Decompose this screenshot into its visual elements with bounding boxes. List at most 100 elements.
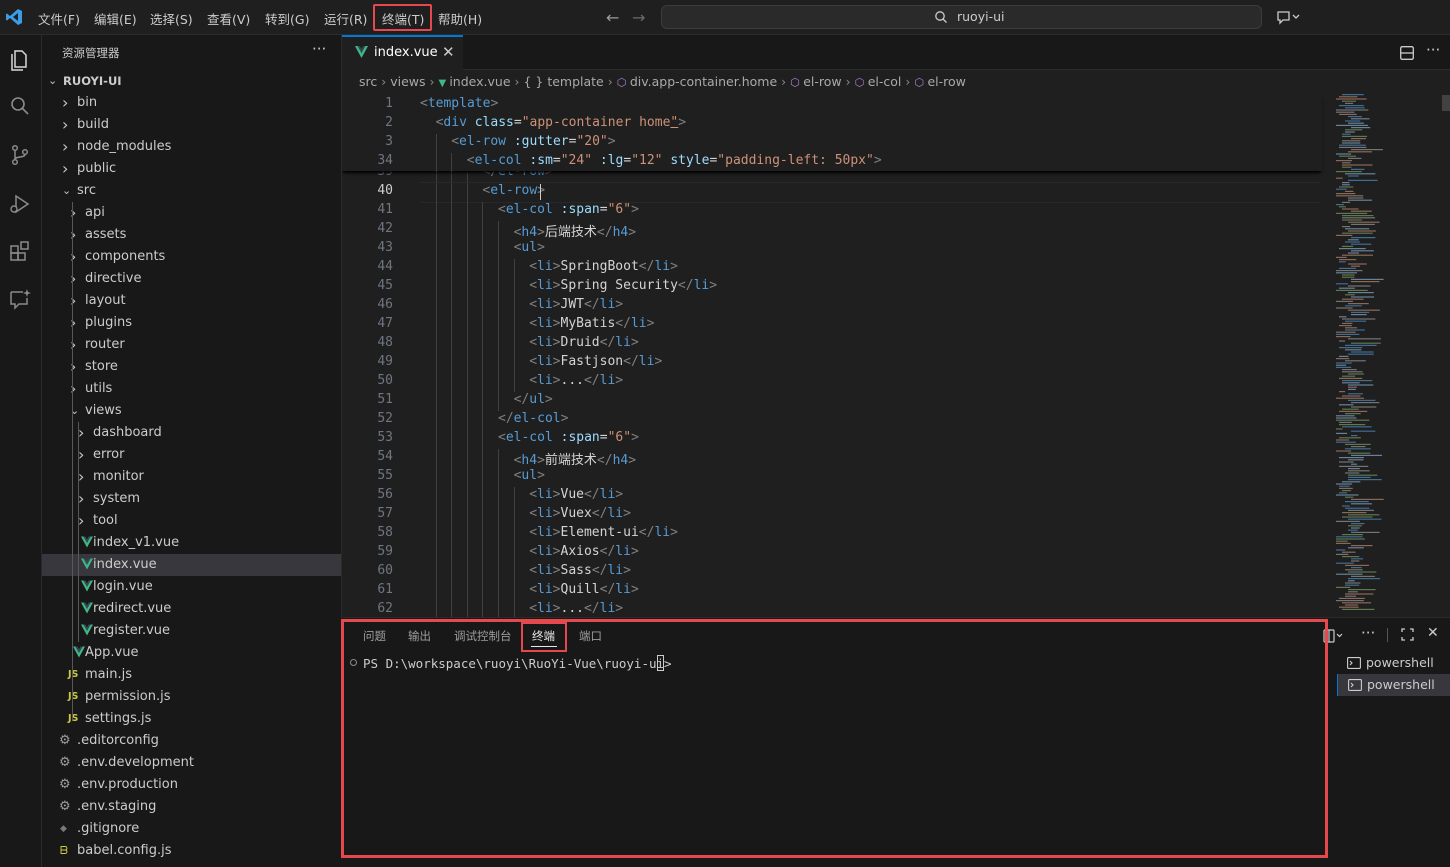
code-line: <li>SpringBoot</li> xyxy=(529,259,678,274)
folder-row[interactable]: › node_modules xyxy=(42,136,341,158)
menu-item-0[interactable]: 文件(F) xyxy=(38,9,80,28)
indent-guide xyxy=(466,506,468,525)
more-actions-icon[interactable]: ··· xyxy=(1426,41,1440,59)
line-number: 57 xyxy=(377,506,393,521)
folder-row[interactable]: ⌄ views xyxy=(42,400,341,422)
minimap-line xyxy=(1348,230,1376,232)
chat-dropdown-icon[interactable] xyxy=(1276,9,1302,25)
file-row[interactable]: ⚙ .env.staging xyxy=(42,796,341,818)
extensions-icon[interactable] xyxy=(6,237,34,265)
menu-item-5[interactable]: 运行(R) xyxy=(324,9,367,28)
file-row[interactable]: ◆ .gitignore xyxy=(42,818,341,840)
split-editor-icon[interactable] xyxy=(1400,46,1414,60)
folder-row[interactable]: › components xyxy=(42,246,341,268)
terminal-instance[interactable]: powershell xyxy=(1337,674,1450,696)
source-control-icon[interactable] xyxy=(6,141,34,169)
file-row[interactable]: redirect.vue xyxy=(42,598,341,620)
explorer-files-icon[interactable] xyxy=(6,45,34,73)
folder-row[interactable]: › api xyxy=(42,202,341,224)
code-line: <el-col :span="6"> xyxy=(498,202,639,217)
code-token: li xyxy=(537,297,553,312)
new-terminal-dropdown-icon[interactable] xyxy=(1323,629,1343,643)
more-actions-icon[interactable]: ··· xyxy=(312,40,326,58)
file-row[interactable]: register.vue xyxy=(42,620,341,642)
indent-guide xyxy=(451,373,453,392)
folder-row[interactable]: ⌄ src xyxy=(42,180,341,202)
menu-item-1[interactable]: 编辑(E) xyxy=(94,9,137,28)
folder-row[interactable]: › utils xyxy=(42,378,341,400)
terminal-instance-label: powershell xyxy=(1366,655,1434,670)
breadcrumb-item[interactable]: views xyxy=(390,74,425,89)
chat-icon[interactable] xyxy=(6,285,34,313)
file-row[interactable]: ⚙ .editorconfig xyxy=(42,730,341,752)
panel-tab-2[interactable]: 调试控制台 xyxy=(454,628,512,644)
panel-tab-4[interactable]: 端口 xyxy=(579,628,602,644)
terminal-prompt[interactable]: PS D:\workspace\ruoyi\RuoYi-Vue\ruoyi-ui… xyxy=(363,656,679,671)
folder-row[interactable]: › plugins xyxy=(42,312,341,334)
breadcrumb-item[interactable]: src xyxy=(359,74,377,89)
file-row[interactable]: ⚙ .env.development xyxy=(42,752,341,774)
menu-item-2[interactable]: 选择(S) xyxy=(150,9,193,28)
folder-row[interactable]: › store xyxy=(42,356,341,378)
breadcrumb-item[interactable]: el-row xyxy=(927,74,965,89)
menu-item-7[interactable]: 帮助(H) xyxy=(438,9,482,28)
panel-tab-1[interactable]: 输出 xyxy=(408,628,431,644)
indent-guide xyxy=(451,468,453,487)
code-token: > xyxy=(552,278,561,293)
menu-item-3[interactable]: 查看(V) xyxy=(207,9,250,28)
file-row[interactable]: JS permission.js xyxy=(42,686,341,708)
file-row[interactable]: index_v1.vue xyxy=(42,532,341,554)
file-row[interactable]: JS settings.js xyxy=(42,708,341,730)
breadcrumb-item[interactable]: index.vue xyxy=(449,74,510,89)
folder-row[interactable]: › monitor xyxy=(42,466,341,488)
breadcrumb-item[interactable]: { } template xyxy=(523,74,603,89)
folder-row[interactable]: › tool xyxy=(42,510,341,532)
code-line: <li>Element-ui</li> xyxy=(529,525,678,540)
back-arrow-icon[interactable]: ← xyxy=(606,8,619,27)
folder-row[interactable]: › layout xyxy=(42,290,341,312)
breadcrumb-item[interactable]: div.app-container.home xyxy=(630,74,777,89)
minimap-line xyxy=(1351,523,1365,525)
search-icon[interactable] xyxy=(6,92,34,120)
indent-guide xyxy=(466,316,468,335)
file-row[interactable]: App.vue xyxy=(42,642,341,664)
minimap-line xyxy=(1348,476,1371,478)
code-token: > xyxy=(552,506,561,521)
file-row[interactable]: index.vue xyxy=(42,554,341,576)
close-icon[interactable]: ✕ xyxy=(442,43,455,61)
breadcrumb-item[interactable]: el-row xyxy=(803,74,841,89)
forward-arrow-icon[interactable]: → xyxy=(632,8,645,27)
folder-row[interactable]: › bin xyxy=(42,92,341,114)
close-icon[interactable]: ✕ xyxy=(1427,625,1439,641)
minimap-line xyxy=(1336,362,1352,364)
file-row[interactable]: ⚙ .env.production xyxy=(42,774,341,796)
folder-row[interactable]: › build xyxy=(42,114,341,136)
code-token: </ xyxy=(623,354,639,369)
minimap-line xyxy=(1336,300,1353,302)
command-center-search[interactable]: ruoyi-ui xyxy=(661,5,1262,29)
scrollbar-thumb[interactable] xyxy=(1442,95,1450,111)
folder-row[interactable]: › system xyxy=(42,488,341,510)
run-debug-icon[interactable] xyxy=(6,190,34,218)
breadcrumb-item[interactable]: el-col xyxy=(868,74,902,89)
menu-item-4[interactable]: 转到(G) xyxy=(265,9,309,28)
maximize-panel-icon[interactable] xyxy=(1401,628,1414,641)
minimap-line xyxy=(1351,223,1375,225)
folder-row[interactable]: › directive xyxy=(42,268,341,290)
file-row[interactable]: ᗷ babel.config.js xyxy=(42,840,341,862)
file-row[interactable]: login.vue xyxy=(42,576,341,598)
folder-row[interactable]: › assets xyxy=(42,224,341,246)
file-row[interactable]: JS main.js xyxy=(42,664,341,686)
terminal-instance[interactable]: powershell xyxy=(1337,652,1450,674)
minimap-line xyxy=(1342,371,1363,373)
folder-row[interactable]: › router xyxy=(42,334,341,356)
more-actions-icon[interactable]: ··· xyxy=(1361,624,1375,642)
tab-index-vue[interactable]: index.vue ✕ xyxy=(342,35,463,70)
tree-item-label: error xyxy=(93,447,125,462)
folder-row[interactable]: › public xyxy=(42,158,341,180)
panel-tab-0[interactable]: 问题 xyxy=(363,628,386,644)
explorer-root-folder[interactable]: ⌄ RUOYI-UI xyxy=(42,70,341,92)
folder-row[interactable]: › error xyxy=(42,444,341,466)
minimap[interactable] xyxy=(1332,90,1450,617)
folder-row[interactable]: › dashboard xyxy=(42,422,341,444)
